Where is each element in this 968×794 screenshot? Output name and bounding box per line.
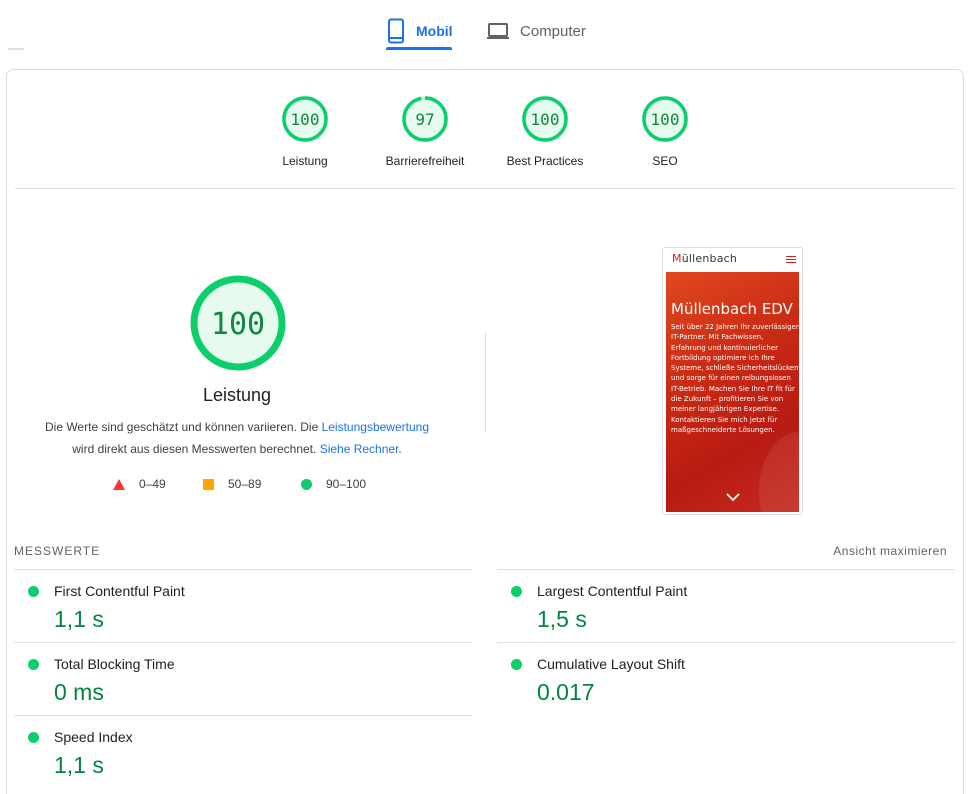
metric-name: Cumulative Layout Shift [537, 656, 685, 672]
circle-icon [301, 478, 312, 490]
gauge-best-practices-label: Best Practices [506, 154, 584, 168]
gauge-accessibility[interactable]: 97 Barrierefreiheit [365, 94, 485, 168]
score-legend: 0–49 50–89 90–100 [7, 477, 467, 493]
report-card: 100 Leistung 97 Barrierefreiheit 100 Bes… [6, 69, 964, 794]
active-tab-indicator [386, 47, 452, 50]
good-status-icon [511, 659, 522, 670]
gauge-performance-ring: 100 [282, 96, 328, 142]
gauge-accessibility-label: Barrierefreiheit [385, 154, 465, 168]
decorative-tick [8, 48, 24, 50]
vertical-divider [485, 332, 486, 432]
legend-good-label: 90–100 [326, 477, 367, 491]
gauge-performance-label: Leistung [282, 154, 328, 168]
desc-text-2: wird direkt aus diesen Messwerten berech… [72, 442, 320, 456]
divider [15, 188, 955, 189]
gauge-best-practices[interactable]: 100 Best Practices [485, 94, 605, 168]
performance-title: Leistung [202, 385, 272, 405]
gauge-seo-label: SEO [652, 154, 678, 168]
gauge-score: 100 [291, 110, 320, 129]
page-screenshot[interactable]: Müllenbach Müllenbach EDV Seit über 22 J… [662, 247, 803, 515]
performance-score-link[interactable]: Leistungsbewertung [322, 420, 429, 434]
metric-name: Speed Index [54, 729, 133, 745]
metric-value: 0 ms [54, 679, 104, 705]
performance-big-gauge: 100 [190, 275, 286, 371]
good-status-icon [28, 732, 39, 743]
metric-fcp: First Contentful Paint 1,1 s [14, 569, 472, 642]
desc-text-1: Die Werte sind geschätzt und können vari… [44, 420, 322, 434]
metric-tbt: Total Blocking Time 0 ms [14, 642, 472, 715]
metric-name: Total Blocking Time [54, 656, 175, 672]
gauge-score: 100 [531, 110, 560, 129]
gauge-performance[interactable]: 100 Leistung [245, 94, 365, 168]
performance-description: Die Werte sind geschätzt und können vari… [37, 416, 437, 460]
performance-big-score: 100 [211, 307, 265, 342]
metrics-title: MESSWERTE [14, 544, 101, 558]
metric-cls: Cumulative Layout Shift 0.017 [497, 642, 955, 715]
good-status-icon [511, 586, 522, 597]
tab-mobile-label: Mobil [416, 23, 453, 39]
desc-end: . [398, 442, 402, 456]
legend-poor: 0–49 [113, 477, 166, 491]
category-gauges: 100 Leistung 97 Barrierefreiheit 100 Bes… [7, 94, 965, 174]
decorative-arc [759, 432, 802, 514]
gauge-score: 100 [651, 110, 680, 129]
legend-good: 90–100 [301, 477, 366, 491]
hamburger-icon [786, 256, 796, 263]
gauge-score: 97 [415, 110, 434, 129]
gauge-seo-ring: 100 [642, 96, 688, 142]
metric-value: 1,1 s [54, 606, 104, 632]
screenshot-heading: Müllenbach EDV [671, 300, 793, 318]
metric-si: Speed Index 1,1 s [14, 715, 472, 788]
good-status-icon [28, 586, 39, 597]
chevron-down-icon [726, 493, 740, 502]
calculator-link[interactable]: Siehe Rechner [320, 442, 399, 456]
gauge-best-practices-ring: 100 [522, 96, 568, 142]
tab-mobile[interactable]: Mobil [386, 12, 453, 50]
metric-lcp: Largest Contentful Paint 1,5 s [497, 569, 955, 642]
good-status-icon [28, 659, 39, 670]
expand-view-button[interactable]: Ansicht maximieren [833, 544, 947, 558]
triangle-icon [113, 478, 125, 490]
metric-value: 0.017 [537, 679, 595, 705]
metric-value: 1,5 s [537, 606, 587, 632]
metric-value: 1,1 s [54, 752, 104, 778]
tab-desktop[interactable]: Computer [486, 12, 586, 50]
legend-average: 50–89 [203, 477, 261, 491]
metric-name: First Contentful Paint [54, 583, 185, 599]
smartphone-icon [388, 18, 404, 44]
tab-desktop-label: Computer [520, 22, 586, 40]
square-icon [203, 478, 214, 490]
gauge-seo[interactable]: 100 SEO [605, 94, 725, 168]
legend-average-label: 50–89 [228, 477, 262, 491]
gauge-accessibility-ring: 97 [402, 96, 448, 142]
screenshot-body: Seit über 22 Jahren Ihr zuverlässiger IT… [671, 323, 799, 434]
legend-poor-label: 0–49 [139, 477, 166, 491]
screenshot-header: Müllenbach [663, 248, 802, 272]
site-logo: Müllenbach [672, 252, 738, 265]
metric-name: Largest Contentful Paint [537, 583, 688, 599]
device-tabs: Mobil Computer [0, 0, 968, 52]
laptop-icon [487, 23, 509, 39]
screenshot-hero: Müllenbach EDV Seit über 22 Jahren Ihr z… [666, 272, 802, 514]
